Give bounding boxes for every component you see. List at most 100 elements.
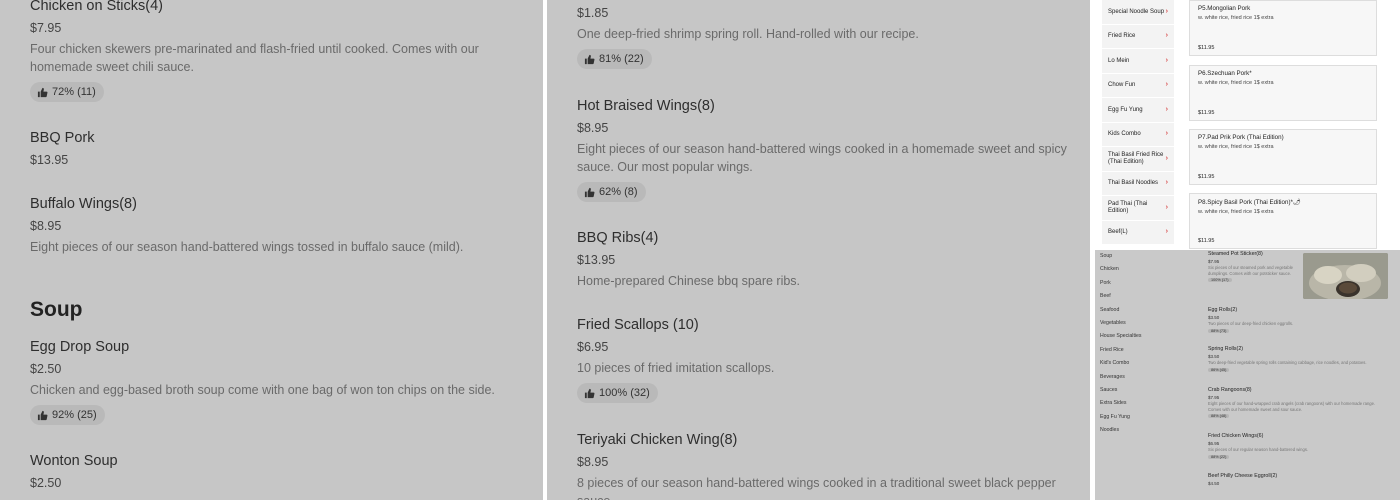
item-price: $8.95 <box>577 455 609 469</box>
menu-panel-2: $1.85 One deep-fried shrimp spring roll.… <box>547 0 1090 500</box>
rating-badge: 92% (25) <box>30 405 105 425</box>
chevron-right-icon: › <box>1165 7 1168 15</box>
card-name: P8.Spicy Basil Pork (Thai Edition)*🌶 <box>1198 199 1301 206</box>
sidebar-item-label: Pad Thai (Thai Edition) <box>1108 201 1148 214</box>
sidebar-item[interactable]: Beef(L) › <box>1102 220 1174 245</box>
sidebar-item[interactable]: Lo Mein › <box>1102 49 1174 74</box>
item-description: 8 pieces of our season hand-battered win… <box>577 476 1056 500</box>
menu-item[interactable]: Fried Chicken Wings(6) $6.95 Six pieces … <box>1208 433 1388 460</box>
item-price: $13.95 <box>577 253 616 267</box>
category-link[interactable]: Vegetables <box>1100 317 1180 330</box>
chevron-right-icon: › <box>1165 154 1168 162</box>
category-list: Soup Chicken Pork Beef Seafood Vegetable… <box>1100 250 1180 437</box>
item-name: Spring Rolls(2) <box>1208 346 1244 352</box>
item-price: $8.95 <box>577 121 609 135</box>
menu-item[interactable]: BBQ Ribs(4) $13.95 Home-prepared Chinese… <box>577 229 1072 290</box>
sidebar-item[interactable]: Fried Rice › <box>1102 24 1174 49</box>
category-link[interactable]: Fried Rice <box>1100 344 1180 357</box>
chevron-right-icon: › <box>1165 228 1168 235</box>
card-description: w. white rice, fried rice 1$ extra <box>1198 80 1274 86</box>
chevron-right-icon: › <box>1165 56 1168 64</box>
item-name: Beef Philly Cheese Eggroll(2) <box>1208 473 1278 479</box>
sidebar-item-label: Thai Basil Fried Rice (Thai Edition) <box>1108 152 1164 165</box>
menu-item[interactable]: Buffalo Wings(8) $8.95 Eight pieces of o… <box>30 195 520 256</box>
item-description: Two deep-fried vegetable spring rolls co… <box>1208 360 1367 365</box>
item-price: $1.85 <box>577 6 609 20</box>
item-description: Two pieces of our deep-fried chicken egg… <box>1208 321 1294 326</box>
rating-text: 72% (11) <box>52 86 96 98</box>
menu-item[interactable]: Hot Braised Wings(8) $8.95 Eight pieces … <box>577 97 1072 203</box>
menu-item[interactable]: Crab Rangoons(8) $7.95 Eight pieces of o… <box>1208 387 1388 419</box>
item-price: $7.95 <box>30 21 62 35</box>
sidebar-item-label: Egg Fu Yung <box>1108 106 1143 113</box>
rating-badge: 88% (73) <box>1208 328 1230 333</box>
category-link[interactable]: Seafood <box>1100 304 1180 317</box>
menu-item[interactable]: Egg Rolls(2) $3.50 Two pieces of our dee… <box>1208 307 1388 334</box>
sidebar-item-label: Special Noodle Soup <box>1108 8 1165 15</box>
menu-item[interactable]: Spring Rolls(2) $3.50 Two deep-fried veg… <box>1208 346 1388 373</box>
category-link[interactable]: Pork <box>1100 277 1180 290</box>
sidebar-item[interactable]: Special Noodle Soup › <box>1102 0 1174 25</box>
card-description: w. white rice, fried rice 1$ extra <box>1198 15 1274 21</box>
category-link[interactable]: Beverages <box>1100 371 1180 384</box>
sidebar-item[interactable]: Egg Fu Yung › <box>1102 98 1174 123</box>
menu-card[interactable]: P5.Mongolian Pork w. white rice, fried r… <box>1189 0 1377 56</box>
sidebar-item[interactable]: Kids Combo › <box>1102 122 1174 147</box>
food-photo <box>1303 253 1388 299</box>
menu-card[interactable]: P7.Pad Prik Pork (Thai Edition) w. white… <box>1189 129 1377 185</box>
chevron-right-icon: › <box>1165 81 1168 88</box>
item-description: Eight pieces of our season hand-battered… <box>30 240 464 254</box>
menu-panel-4: Soup Chicken Pork Beef Seafood Vegetable… <box>1095 250 1400 500</box>
category-link[interactable]: Soup <box>1100 250 1180 263</box>
item-price: $3.50 <box>1208 315 1220 320</box>
sidebar-item-label: Lo Mein <box>1108 57 1130 64</box>
category-link[interactable]: House Specialties <box>1100 330 1180 343</box>
category-sidebar: Special Noodle Soup › Fried Rice › Lo Mein… <box>1102 0 1174 245</box>
item-name: BBQ Ribs(4) <box>577 230 659 246</box>
menu-item[interactable]: Teriyaki Chicken Wing(8) $8.95 8 pieces … <box>577 431 1072 500</box>
menu-item[interactable]: Steamed Pot Sticker(8) $7.95 Six pieces … <box>1208 251 1298 283</box>
card-price: $11.95 <box>1198 45 1215 51</box>
sidebar-item[interactable]: Thai Basil Noodles › <box>1102 171 1174 196</box>
rating-badge: 81% (22) <box>577 49 652 69</box>
rating-badge: 88% (22) <box>1208 454 1230 459</box>
menu-card[interactable]: P8.Spicy Basil Pork (Thai Edition)*🌶 w. … <box>1189 193 1377 249</box>
item-description: Four chicken skewers pre-marinated and f… <box>30 42 479 74</box>
menu-item[interactable]: BBQ Pork $13.95 <box>30 129 520 168</box>
chevron-right-icon: › <box>1165 179 1168 186</box>
menu-item[interactable]: Fried Scallops (10) $6.95 10 pieces of f… <box>577 316 1072 404</box>
item-price: $3.50 <box>1208 354 1220 359</box>
sidebar-item[interactable]: Chow Fun › <box>1102 73 1174 98</box>
thumbs-up-icon <box>584 54 595 64</box>
thumbs-up-icon <box>37 87 48 97</box>
category-link[interactable]: Sauces <box>1100 384 1180 397</box>
item-description: Six pieces of our regular season hand-ba… <box>1208 447 1309 452</box>
category-link[interactable]: Noodles <box>1100 424 1180 437</box>
chevron-right-icon: › <box>1165 105 1168 113</box>
sidebar-item-label: Fried Rice <box>1108 33 1136 39</box>
menu-item[interactable]: Chicken on Sticks(4) $7.95 Four chicken … <box>30 0 520 103</box>
item-name: Buffalo Wings(8) <box>30 196 137 212</box>
item-description: Eight pieces of our season hand-battered… <box>577 142 1067 174</box>
item-name: Crab Rangoons(8) <box>1208 387 1252 393</box>
menu-item[interactable]: $1.85 One deep-fried shrimp spring roll.… <box>577 5 1072 70</box>
rating-text: 62% (8) <box>599 186 638 198</box>
category-link[interactable]: Egg Fu Yung <box>1100 411 1180 424</box>
category-link[interactable]: Chicken <box>1100 263 1180 276</box>
dumplings-image <box>1303 253 1388 299</box>
category-link[interactable]: Kid's Combo <box>1100 357 1180 370</box>
item-price: $7.95 <box>1208 395 1220 400</box>
item-price: $13.95 <box>30 153 69 167</box>
item-description: One deep-fried shrimp spring roll. Hand-… <box>577 27 919 41</box>
sidebar-item[interactable]: Thai Basil Fried Rice (Thai Edition) › <box>1102 147 1174 172</box>
menu-item[interactable]: Beef Philly Cheese Eggroll(2) $4.50 <box>1208 473 1388 486</box>
menu-item[interactable]: Egg Drop Soup $2.50 Chicken and egg-base… <box>30 338 520 426</box>
menu-item[interactable]: Wonton Soup $2.50 <box>30 452 520 491</box>
card-price: $11.95 <box>1198 174 1215 180</box>
thumbs-up-icon <box>584 187 595 197</box>
menu-card[interactable]: P6.Szechuan Pork* w. white rice, fried r… <box>1189 65 1377 121</box>
category-link[interactable]: Extra Sides <box>1100 397 1180 410</box>
sidebar-item[interactable]: Pad Thai (Thai Edition) › <box>1102 196 1174 221</box>
thumbs-up-icon <box>584 388 595 398</box>
category-link[interactable]: Beef <box>1100 290 1180 303</box>
